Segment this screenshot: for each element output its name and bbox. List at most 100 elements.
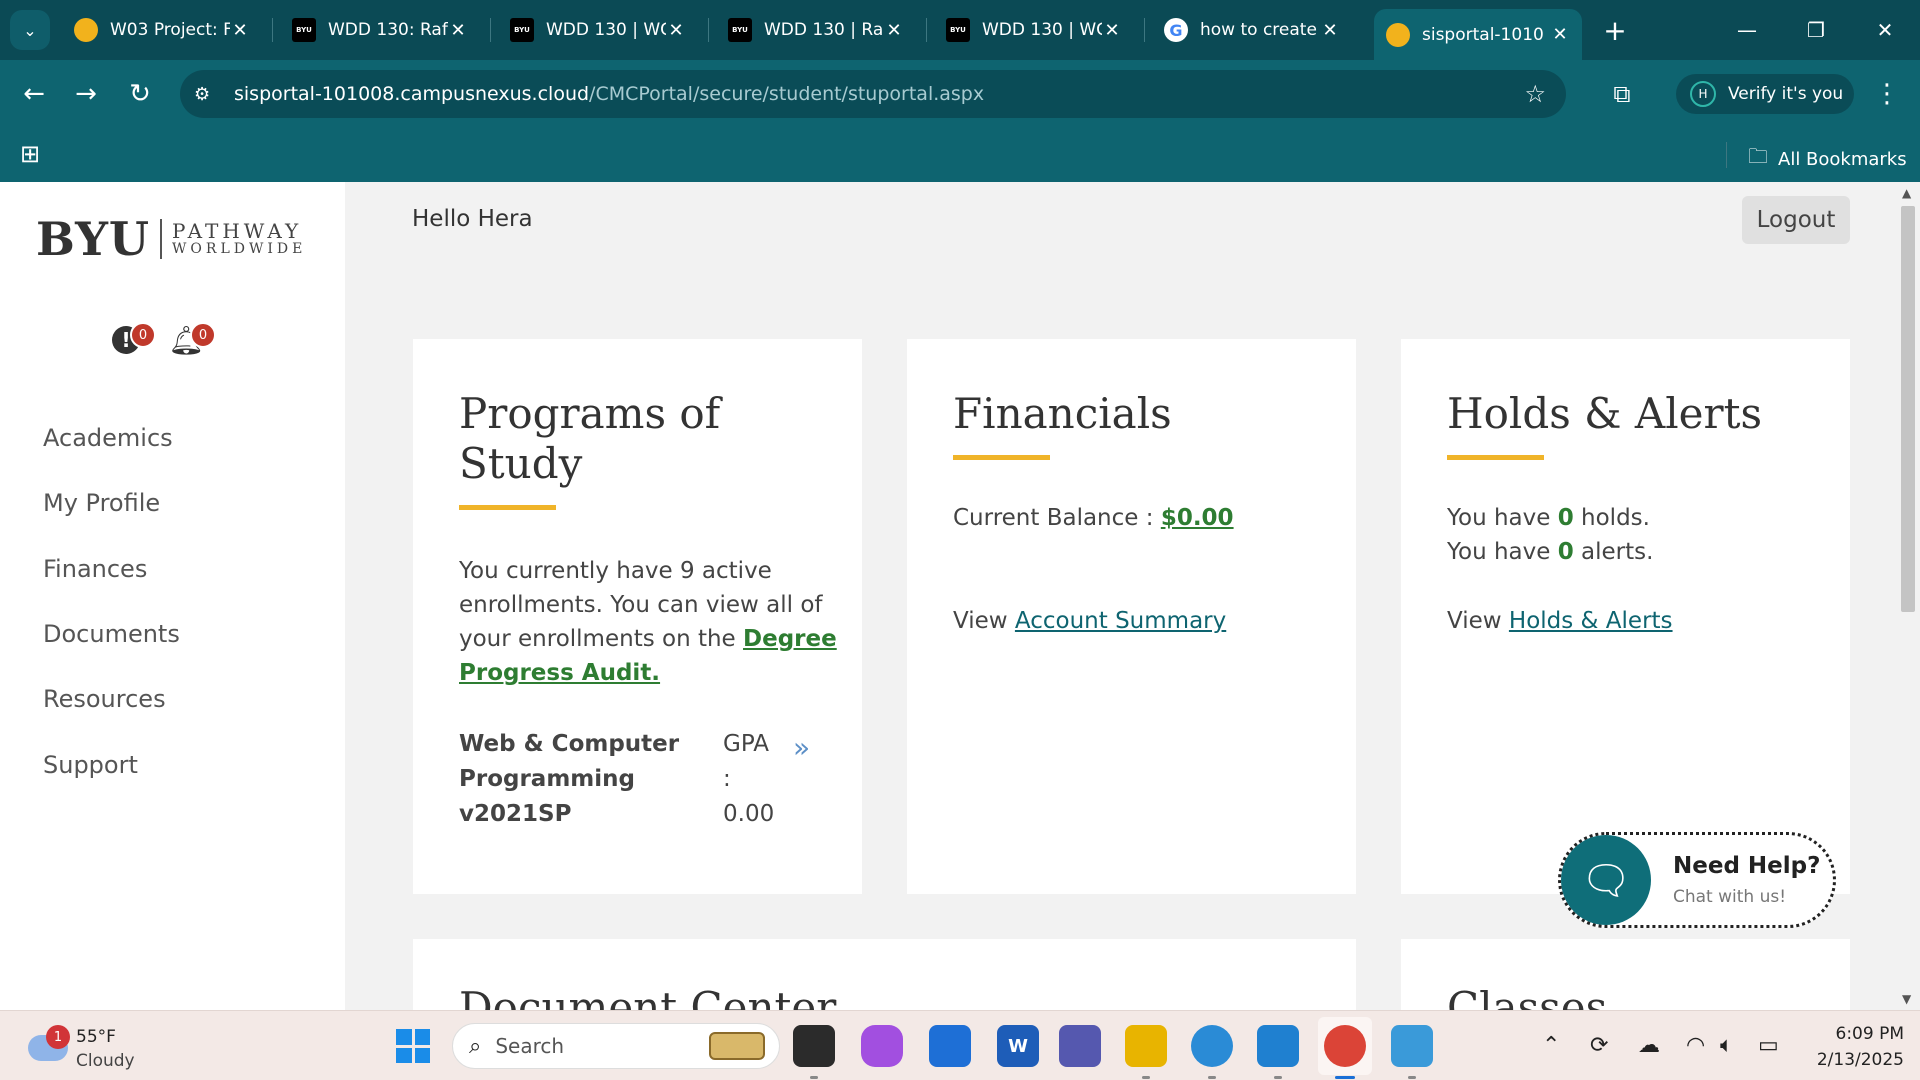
chat-widget[interactable]: 🗨︎ Need Help? Chat with us! [1558,832,1836,928]
chrome-icon[interactable] [1324,1025,1366,1079]
tab-title: how to create [1200,20,1317,40]
close-window-button[interactable]: ✕ [1862,12,1908,48]
pathway-logo-icon [74,18,98,42]
paint-icon[interactable] [1391,1025,1433,1079]
arrow-left-icon: ← [23,79,45,109]
weather-widget[interactable]: 1 55°F Cloudy [24,1023,204,1071]
browser-tab-active[interactable]: sisportal-1010 ✕ [1374,9,1582,60]
holds-alerts-link[interactable]: Holds & Alerts [1509,608,1673,634]
classes-title: Classes [1447,983,1608,1010]
logo-line2: WORLDWIDE [172,241,307,258]
balance-value-link[interactable]: $0.00 [1161,505,1234,531]
program-name: Web & Computer Programming v2021SP [459,731,680,827]
word-icon[interactable]: W [997,1025,1039,1067]
close-icon[interactable]: ✕ [1550,24,1570,45]
close-icon[interactable]: ✕ [884,20,904,41]
browser-tab[interactable]: BYU WDD 130 | WC ✕ [934,9,1134,51]
browser-tab[interactable]: W03 Project: F ✕ [62,9,262,51]
browser-tab[interactable]: BYU WDD 130 | Ra ✕ [716,9,916,51]
profile-label: Verify it's you [1728,84,1844,104]
bookmark-star-icon[interactable]: ☆ [1524,80,1546,108]
taskbar-search[interactable]: ⌕ Search [452,1023,780,1069]
scrollbar-thumb[interactable] [1901,206,1915,612]
restore-button[interactable]: ❐ [1793,12,1839,48]
close-icon[interactable]: ✕ [666,20,686,41]
teams-icon[interactable] [1059,1025,1101,1067]
file-explorer-icon[interactable] [1125,1025,1167,1079]
programs-title: Programs of Study [459,389,721,488]
search-highlight-icon [709,1032,765,1060]
logo-divider [160,219,163,259]
profile-verify-button[interactable]: H Verify it's you [1676,74,1854,114]
close-icon[interactable]: ✕ [230,20,250,41]
logout-button[interactable]: Logout [1742,196,1850,244]
weather-badge: 1 [46,1025,70,1049]
windows-taskbar: 1 55°F Cloudy ⌕ Search W ⌃ ⟳ ☁ ◠ 🔈︎ ▭ 6:… [0,1010,1920,1080]
browser-tab[interactable]: BYU WDD 130 | WC ✕ [498,9,698,51]
pathway-logo-icon [1386,22,1410,47]
back-button[interactable]: ← [14,74,54,114]
sidebar-item-resources[interactable]: Resources [43,685,166,713]
new-tab-button[interactable]: + [1597,12,1633,48]
sidebar-item-academics[interactable]: Academics [43,424,173,452]
folder-icon: 🗀 [1748,144,1768,168]
account-summary-link[interactable]: Account Summary [1015,608,1226,634]
all-bookmarks-button[interactable]: 🗀 All Bookmarks [1748,142,1907,176]
browser-tab-strip: ⌄ W03 Project: F ✕ BYU WDD 130: Raf ✕ BY… [0,0,1920,60]
task-view-icon[interactable] [793,1025,835,1079]
browser-tab[interactable]: BYU WDD 130: Raf ✕ [280,9,480,51]
byu-logo-icon: BYU [728,18,752,42]
tab-search-button[interactable]: ⌄ [10,10,50,50]
close-icon[interactable]: ✕ [1320,20,1340,41]
search-label: Search [495,1034,565,1058]
extensions-button[interactable]: ⧉ [1604,76,1640,112]
scroll-down-arrow-icon[interactable]: ▼ [1902,992,1911,1006]
double-chevron-right-icon[interactable]: » [793,731,810,764]
alerts-pre: You have [1447,539,1551,565]
windows-start-icon[interactable] [396,1029,430,1063]
alerts-button[interactable]: ! 0 [110,322,156,362]
close-icon[interactable]: ✕ [448,20,468,41]
volume-icon[interactable]: 🔈︎ [1720,1033,1733,1058]
sidebar-item-support[interactable]: Support [43,751,138,779]
view-label: View [1447,608,1502,634]
chevron-up-icon[interactable]: ⌃ [1542,1033,1560,1058]
clock-date: 2/13/2025 [1816,1050,1904,1070]
notifications-button[interactable]: 🔔︎ 0 [168,322,216,362]
system-clock[interactable]: 6:09 PM 2/13/2025 [1804,1021,1904,1073]
apps-grid-icon[interactable]: ⊞ [16,140,44,168]
forward-button[interactable]: → [66,74,106,114]
minimize-button[interactable]: — [1724,12,1770,48]
sidebar-item-documents[interactable]: Documents [43,620,180,648]
scroll-up-arrow-icon[interactable]: ▲ [1902,186,1911,200]
byu-pathway-logo[interactable]: BYU PATHWAY WORLDWIDE [36,212,306,266]
tab-title: W03 Project: F [110,20,230,40]
tab-title: WDD 130 | WC [546,20,666,40]
vscode-icon[interactable] [1257,1025,1299,1079]
edge-icon[interactable] [1191,1025,1233,1079]
reload-button[interactable]: ↻ [120,74,160,114]
logo-pathway: PATHWAY WORLDWIDE [172,221,306,257]
microsoft-store-icon[interactable] [929,1025,971,1067]
address-bar[interactable]: ⚙ sisportal-101008.campusnexus.cloud/CMC… [180,70,1566,118]
sidebar-item-my-profile[interactable]: My Profile [43,489,160,517]
chat-bubbles-icon: 🗨︎ [1580,857,1632,904]
wifi-icon[interactable]: ◠ [1686,1033,1705,1058]
chat-subtitle: Chat with us! [1673,887,1787,907]
onedrive-icon[interactable]: ☁ [1638,1033,1660,1058]
sync-icon[interactable]: ⟳ [1590,1033,1608,1058]
all-bookmarks-label: All Bookmarks [1778,148,1907,170]
page-scrollbar[interactable]: ▲ ▼ [1896,182,1920,1010]
chat-circle: 🗨︎ [1561,835,1651,925]
title-underline [1447,455,1544,460]
browser-toolbar: ← → ↻ ⚙ sisportal-101008.campusnexus.clo… [0,60,1920,128]
close-icon[interactable]: ✕ [1102,20,1122,41]
site-settings-icon[interactable]: ⚙ [194,84,216,105]
copilot-icon[interactable] [861,1025,903,1067]
battery-icon[interactable]: ▭ [1758,1033,1779,1058]
tab-title: WDD 130: Raf [328,20,448,40]
title-underline [953,455,1050,460]
sidebar-item-finances[interactable]: Finances [43,555,147,583]
browser-menu-button[interactable]: ⋮ [1872,74,1902,114]
browser-tab[interactable]: G how to create ✕ [1152,9,1352,51]
